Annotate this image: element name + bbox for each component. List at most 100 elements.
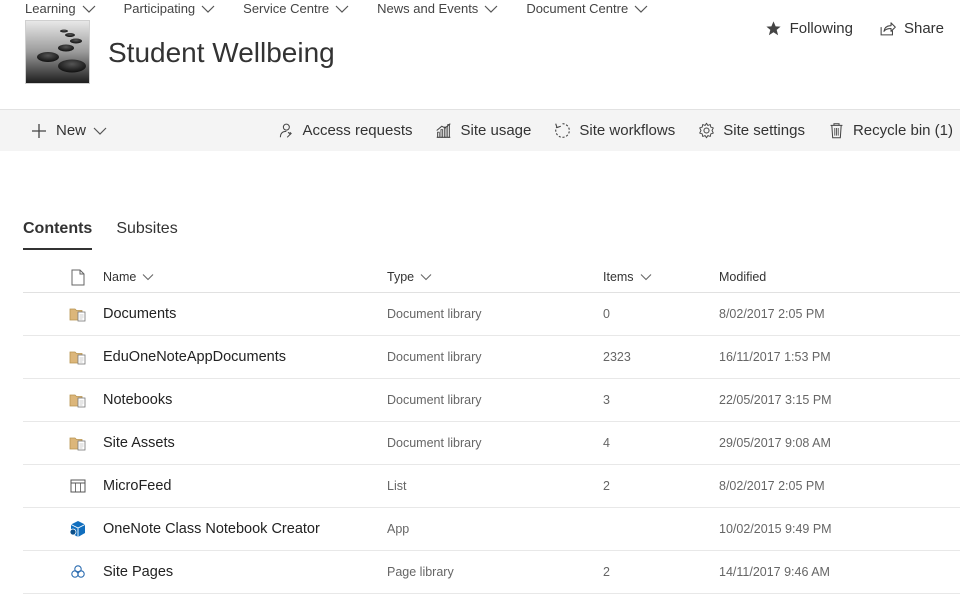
row-items: 2 <box>603 565 610 579</box>
row-type: List <box>387 479 407 493</box>
column-header-label: Modified <box>719 270 767 284</box>
column-header-name[interactable]: Name <box>103 262 154 292</box>
row-items: 0 <box>603 307 610 321</box>
topnav-item-label: Learning <box>25 1 76 16</box>
tab-contents[interactable]: Contents <box>23 219 93 250</box>
row-modified: 10/02/2015 9:49 PM <box>719 522 832 536</box>
row-type: Page library <box>387 565 454 579</box>
chevron-down-icon <box>634 5 648 13</box>
chevron-down-icon <box>93 127 107 135</box>
file-type-header[interactable] <box>69 262 87 292</box>
column-header-label: Name <box>103 270 137 284</box>
table-row[interactable]: MicroFeed List 2 8/02/2017 2:05 PM <box>23 465 960 508</box>
table-row[interactable]: Notebooks Document library 3 22/05/2017 … <box>23 379 960 422</box>
following-button[interactable]: Following <box>765 20 853 37</box>
chevron-down-icon <box>201 5 215 13</box>
app-icon <box>69 521 86 537</box>
site-contents-table: Name Type Items Modified Documents Docum… <box>23 262 960 594</box>
row-icon-cell <box>69 551 87 593</box>
document-library-icon <box>69 394 86 408</box>
command-bar-actions: Access requests Site usage Site workflow… <box>254 110 953 151</box>
row-type: Document library <box>387 307 482 321</box>
row-icon-cell <box>69 336 87 378</box>
chevron-down-icon <box>420 274 432 281</box>
row-name-link[interactable]: Site Pages <box>103 551 173 593</box>
table-row[interactable]: Site Pages Page library 2 14/11/2017 9:4… <box>23 551 960 594</box>
header-actions: Following Share <box>739 20 944 37</box>
plus-icon <box>32 123 46 138</box>
site-usage-button[interactable]: Site usage <box>435 122 531 139</box>
new-label: New <box>56 122 87 139</box>
command-bar: New Access requests Site usage Site work… <box>0 109 960 151</box>
star-icon <box>766 21 781 36</box>
document-library-icon <box>69 351 86 365</box>
access-requests-button[interactable]: Access requests <box>277 122 412 139</box>
row-items: 2323 <box>603 350 631 364</box>
topnav-item-label: Document Centre <box>526 1 629 16</box>
row-icon-cell <box>69 465 87 507</box>
row-modified: 14/11/2017 9:46 AM <box>719 565 830 579</box>
top-navigation: Learning Participating Service Centre Ne… <box>25 0 676 18</box>
row-name-link[interactable]: OneNote Class Notebook Creator <box>103 508 320 550</box>
row-icon-cell <box>69 379 87 421</box>
workflow-icon <box>555 123 571 138</box>
row-modified: 16/11/2017 1:53 PM <box>719 350 831 364</box>
row-type: Document library <box>387 393 482 407</box>
topnav-item-learning[interactable]: Learning <box>25 0 96 18</box>
site-workflows-button[interactable]: Site workflows <box>554 122 675 139</box>
row-name-link[interactable]: EduOneNoteAppDocuments <box>103 336 286 378</box>
row-name-link[interactable]: Site Assets <box>103 422 175 464</box>
recycle-bin-label: Recycle bin (1) <box>852 122 953 139</box>
recycle-bin-button[interactable]: Recycle bin (1) <box>828 122 953 139</box>
following-label: Following <box>789 20 853 37</box>
site-settings-button[interactable]: Site settings <box>698 122 805 139</box>
row-name-link[interactable]: Notebooks <box>103 379 172 421</box>
row-name-link[interactable]: MicroFeed <box>103 465 172 507</box>
row-name-link[interactable]: Documents <box>103 293 176 335</box>
site-logo[interactable] <box>25 20 90 84</box>
file-type-icon <box>71 269 85 285</box>
content-tabs: Contents Subsites <box>23 219 202 250</box>
document-library-icon <box>69 437 86 451</box>
topnav-item-document-centre[interactable]: Document Centre <box>526 0 648 18</box>
site-usage-label: Site usage <box>460 122 532 139</box>
row-type: Document library <box>387 436 482 450</box>
chevron-down-icon <box>484 5 498 13</box>
column-header-label: Items <box>603 270 634 284</box>
topnav-item-service-centre[interactable]: Service Centre <box>243 0 349 18</box>
row-items: 4 <box>603 436 610 450</box>
site-workflows-label: Site workflows <box>579 122 676 139</box>
table-row[interactable]: Documents Document library 0 8/02/2017 2… <box>23 293 960 336</box>
share-button[interactable]: Share <box>879 20 944 37</box>
row-modified: 22/05/2017 3:15 PM <box>719 393 832 407</box>
new-button[interactable]: New <box>31 110 107 151</box>
row-modified: 29/05/2017 9:08 AM <box>719 436 831 450</box>
gear-icon <box>699 122 715 139</box>
document-library-icon <box>69 308 86 322</box>
chevron-down-icon <box>640 274 651 281</box>
table-row[interactable]: OneNote Class Notebook Creator App 10/02… <box>23 508 960 551</box>
topnav-item-label: News and Events <box>377 1 479 16</box>
row-modified: 8/02/2017 2:05 PM <box>719 479 825 493</box>
trash-icon <box>830 123 843 139</box>
topnav-item-participating[interactable]: Participating <box>124 0 216 18</box>
row-type: Document library <box>387 350 482 364</box>
row-icon-cell <box>69 422 87 464</box>
table-row[interactable]: Site Assets Document library 4 29/05/201… <box>23 422 960 465</box>
list-icon <box>70 479 86 493</box>
page-library-icon <box>71 565 85 578</box>
chevron-down-icon <box>142 274 154 281</box>
row-icon-cell <box>69 508 87 550</box>
row-type: App <box>387 522 410 536</box>
table-row[interactable]: EduOneNoteAppDocuments Document library … <box>23 336 960 379</box>
column-header-modified[interactable]: Modified <box>719 262 766 292</box>
access-requests-label: Access requests <box>302 122 413 139</box>
chevron-down-icon <box>335 5 349 13</box>
column-header-items[interactable]: Items <box>603 262 652 292</box>
tab-subsites[interactable]: Subsites <box>116 219 177 250</box>
share-icon <box>880 22 896 36</box>
topnav-item-news-and-events[interactable]: News and Events <box>377 0 498 18</box>
column-header-type[interactable]: Type <box>387 262 432 292</box>
row-modified: 8/02/2017 2:05 PM <box>719 307 825 321</box>
stepping-stones-image <box>26 21 89 83</box>
